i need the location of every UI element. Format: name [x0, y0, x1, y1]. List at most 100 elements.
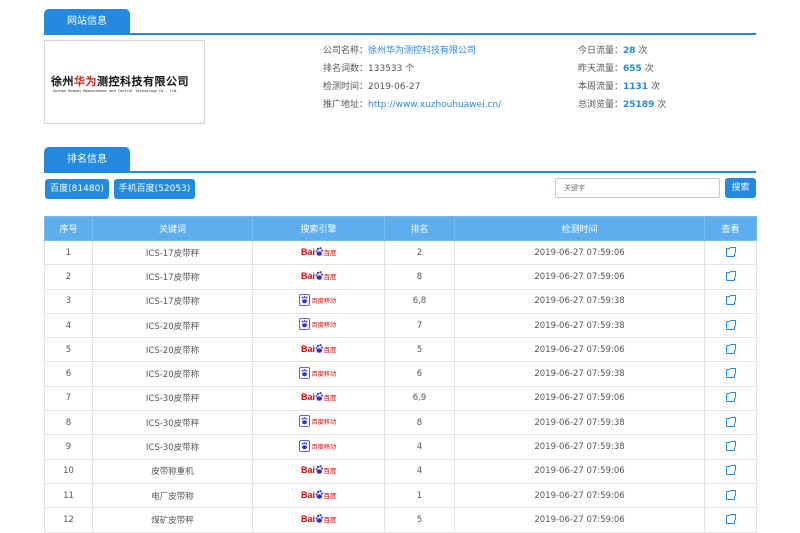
traffic-value: 655 — [623, 64, 642, 74]
company-name-link[interactable]: 徐州华为测控科技有限公司 — [368, 46, 476, 56]
cell-view — [704, 410, 757, 436]
tab-site-info[interactable]: 网站信息 — [44, 9, 130, 35]
traffic-value: 1131 — [623, 82, 649, 92]
cell-engine: 百度移动 — [252, 312, 385, 339]
cell-no: 1 — [44, 239, 93, 266]
tab-ranking-info[interactable]: 排名信息 — [44, 147, 130, 173]
promo-url-link[interactable]: http://www.xuzhouhuawei.cn/ — [368, 100, 501, 110]
baidu-mobile-icon: 百度移动 — [298, 293, 339, 309]
cell-view — [704, 482, 757, 509]
traffic-week-row: 本周流量：1131 次 — [578, 79, 660, 92]
cell-view — [704, 458, 757, 484]
cell-time: 2019-06-27 07:59:38 — [454, 410, 705, 436]
external-link-icon[interactable] — [726, 441, 736, 452]
cell-engine: Bai 百度 — [252, 507, 385, 533]
table-row: 1 ICS-17皮带秤 Bai 百度 2 2019-06-27 07:59:06 — [44, 239, 757, 266]
cell-time: 2019-06-27 07:59:06 — [454, 458, 705, 484]
logo-text-en: Xuzhou Huawei Measurement and Control Te… — [53, 89, 179, 93]
external-link-icon[interactable] — [726, 416, 736, 427]
rank-words-value: 133533 个 — [368, 64, 415, 74]
table-row: 6 ICS-20皮带称 百度移动 6 2019-06-27 07:59:38 — [44, 361, 757, 387]
cell-engine: Bai 百度 — [252, 385, 385, 412]
cell-view — [704, 312, 757, 339]
company-logo: 徐州华为测控科技有限公司 Xuzhou Huawei Measurement a… — [44, 40, 205, 124]
cell-view — [704, 434, 757, 460]
col-header-engine: 搜索引擎 — [252, 216, 385, 241]
table-row: 8 ICS-30皮带秤 百度移动 8 2019-06-27 07:59:38 — [44, 410, 757, 436]
traffic-yesterday-row: 昨天流量：655 次 — [578, 61, 654, 74]
cell-view — [704, 507, 757, 533]
baidu-mobile-icon: 百度移动 — [298, 415, 339, 430]
cell-engine: 百度移动 — [252, 410, 385, 436]
cell-engine: 百度移动 — [252, 434, 385, 460]
cell-time: 2019-06-27 07:59:38 — [454, 434, 705, 460]
company-name-row: 公司名称：徐州华为测控科技有限公司 — [323, 43, 476, 56]
cell-keyword: 皮带称重机 — [92, 458, 253, 484]
cell-keyword: ICS-17皮带称 — [92, 264, 253, 290]
external-link-icon[interactable] — [726, 270, 736, 281]
ranking-table: 序号 关键词 搜索引擎 排名 检测时间 查看 1 ICS-17皮带秤 Bai 百度 2 2… — [44, 216, 757, 533]
keyword-search-input[interactable] — [555, 178, 720, 198]
traffic-label: 今日流量： — [578, 46, 624, 56]
baidu-logo-bai: Bai — [301, 344, 315, 354]
mobile-baidu-filter-button[interactable]: 手机百度(52053) — [114, 179, 195, 199]
baidu-logo-bai: Bai — [301, 490, 315, 500]
cell-engine: Bai 百度 — [252, 458, 385, 484]
traffic-unit: 次 — [657, 100, 667, 110]
external-link-icon[interactable] — [726, 319, 736, 330]
baidu-logo-du: 百度 — [323, 393, 337, 402]
baidu-logo-du: 百度 — [323, 491, 337, 500]
baidu-logo-bai: Bai — [301, 271, 315, 281]
baidu-logo-icon: Bai 百度 — [301, 464, 337, 478]
cell-engine: Bai 百度 — [252, 337, 385, 363]
baidu-mobile-label: 百度移动 — [311, 297, 336, 305]
cell-view — [704, 337, 757, 363]
traffic-unit: 次 — [638, 46, 648, 56]
cell-view — [704, 288, 757, 314]
cell-engine: Bai 百度 — [252, 482, 385, 509]
cell-no: 7 — [44, 385, 93, 412]
traffic-today-row: 今日流量：28 次 — [578, 43, 647, 56]
table-row: 9 ICS-30皮带称 百度移动 4 2019-06-27 07:59:38 — [44, 434, 757, 460]
cell-time: 2019-06-27 07:59:06 — [454, 482, 705, 509]
external-link-icon[interactable] — [726, 489, 736, 500]
table-row: 2 ICS-17皮带称 Bai 百度 8 2019-06-27 07:59:06 — [44, 264, 757, 290]
external-link-icon[interactable] — [726, 343, 736, 354]
external-link-icon[interactable] — [726, 368, 736, 379]
cell-rank: 6 — [384, 361, 455, 387]
traffic-label: 昨天流量： — [578, 64, 624, 74]
cell-keyword: ICS-17皮带称 — [92, 288, 253, 314]
cell-no: 6 — [44, 361, 93, 387]
external-link-icon[interactable] — [726, 392, 736, 403]
cell-engine: 百度移动 — [252, 288, 385, 314]
cell-time: 2019-06-27 07:59:06 — [454, 337, 705, 363]
cell-rank: 8 — [384, 264, 455, 290]
baidu-logo-icon: Bai 百度 — [301, 513, 337, 527]
cell-rank: 4 — [384, 458, 455, 484]
table-row: 12 煤矿皮带秤 Bai 百度 5 2019-06-27 07:59:06 — [44, 507, 757, 533]
cell-rank: 6,9 — [384, 385, 455, 412]
cell-engine: Bai 百度 — [252, 239, 385, 266]
cell-time: 2019-06-27 07:59:06 — [454, 239, 705, 266]
cell-time: 2019-06-27 07:59:38 — [454, 361, 705, 387]
baidu-mobile-label: 百度移动 — [311, 418, 336, 426]
col-header-view: 查看 — [704, 216, 757, 241]
baidu-mobile-label: 百度移动 — [311, 369, 336, 377]
baidu-logo-du: 百度 — [323, 272, 337, 281]
site-info-header: 网站信息 — [44, 9, 756, 35]
table-row: 3 ICS-17皮带称 百度移动 6,8 2019-06-27 07:59:38 — [44, 288, 757, 314]
search-button[interactable]: 搜索 — [725, 178, 756, 198]
cell-time: 2019-06-27 07:59:06 — [454, 507, 705, 533]
baidu-mobile-label: 百度移动 — [311, 321, 336, 329]
table-row: 7 ICS-30皮带秤 Bai 百度 6,9 2019-06-27 07:59:06 — [44, 385, 757, 412]
table-row: 4 ICS-20皮带秤 百度移动 7 2019-06-27 07:59:38 — [44, 312, 757, 339]
external-link-icon[interactable] — [726, 246, 736, 257]
company-name-label: 公司名称： — [323, 46, 369, 56]
external-link-icon[interactable] — [726, 465, 736, 476]
external-link-icon[interactable] — [726, 295, 736, 306]
baidu-filter-button[interactable]: 百度(81480) — [45, 179, 109, 199]
cell-keyword: ICS-30皮带称 — [92, 434, 253, 460]
external-link-icon[interactable] — [726, 513, 736, 524]
baidu-logo-icon: Bai 百度 — [301, 343, 337, 357]
cell-rank: 2 — [384, 239, 455, 266]
